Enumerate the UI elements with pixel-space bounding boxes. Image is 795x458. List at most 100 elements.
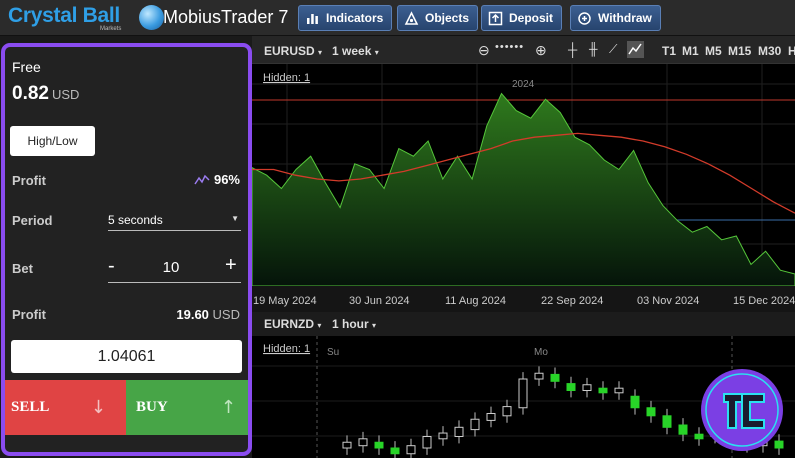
candle-body <box>470 418 480 431</box>
symbol-select[interactable]: EURUSD ▾ <box>264 44 322 58</box>
timeframe-m15[interactable]: M15 <box>728 44 751 58</box>
candle-body <box>502 406 512 417</box>
candle-body <box>598 387 608 394</box>
trend-icon <box>194 174 210 184</box>
profit-percent: 96% <box>194 172 240 187</box>
timeframe-m5[interactable]: M5 <box>705 44 722 58</box>
payout-currency: USD <box>212 307 240 322</box>
objects-button[interactable]: Objects <box>397 5 479 31</box>
chevron-down-icon: ▾ <box>318 48 323 57</box>
trade-panel: Free 0.82 USD High/Low Profit 96% Period … <box>1 43 252 456</box>
withdraw-label: Withdraw <box>598 11 652 25</box>
arrow-down-icon: ↓ <box>90 397 106 418</box>
deposit-button[interactable]: Deposit <box>481 5 563 31</box>
zoom-slider[interactable]: •••••• <box>495 41 524 53</box>
indicators-button[interactable]: Indicators <box>298 5 393 31</box>
timeframe-m30[interactable]: M30 <box>758 44 781 58</box>
option-type-button[interactable]: High/Low <box>10 126 95 156</box>
bet-input[interactable]: 10 <box>145 259 197 276</box>
objects-label: Objects <box>425 11 470 25</box>
chevron-down-icon: ▾ <box>372 321 377 330</box>
candle-body <box>438 432 448 440</box>
x-tick-label: 15 Dec 2024 <box>733 295 795 307</box>
candle-body <box>518 378 528 409</box>
top-bar: Crystal Ball Markets MobiusTrader 7 Indi… <box>0 0 795 36</box>
candle-body <box>614 387 624 394</box>
indicators-label: Indicators <box>326 11 384 25</box>
candle-body <box>630 395 640 409</box>
sell-label: SELL <box>11 399 50 415</box>
candle-body <box>358 438 368 447</box>
payout-amount: 19.60 <box>176 307 209 322</box>
symbol-name: EURUSD <box>264 44 315 58</box>
brand-name: Crystal Ball <box>8 4 120 27</box>
withdraw-button[interactable]: Withdraw <box>570 5 661 31</box>
candle-body <box>390 447 400 455</box>
lower-symbol-name: EURNZD <box>264 317 314 331</box>
x-tick-label: 19 May 2024 <box>253 295 317 307</box>
period-select[interactable]: 5 seconds ▼ <box>108 207 241 231</box>
balance-currency: USD <box>51 87 80 102</box>
line-chart-icon[interactable]: ⟋ <box>609 42 617 57</box>
chevron-down-icon: ▾ <box>317 321 322 330</box>
timeframe-t1[interactable]: T1 <box>662 44 676 58</box>
profit-percent-value: 96% <box>213 172 240 187</box>
deposit-label: Deposit <box>509 11 554 25</box>
lower-hidden-label[interactable]: Hidden: 1 <box>263 343 310 355</box>
area-chart-icon[interactable] <box>627 41 644 58</box>
payout-label: Profit <box>12 307 46 322</box>
lower-symbol-select[interactable]: EURNZD ▾ <box>264 317 321 331</box>
chevron-down-icon: ▾ <box>374 48 379 57</box>
bet-decrease-button[interactable]: - <box>108 255 115 278</box>
app-title: MobiusTrader 7 <box>163 7 289 27</box>
objects-icon <box>404 10 419 25</box>
price-area-series <box>252 92 795 287</box>
deposit-icon <box>488 11 503 25</box>
candle-body <box>374 441 384 449</box>
withdraw-icon <box>578 11 591 25</box>
x-tick-label: 03 Nov 2024 <box>637 295 699 307</box>
candle-body <box>422 436 432 449</box>
x-tick-label: 22 Sep 2024 <box>541 295 603 307</box>
timeframe-h[interactable]: H <box>788 44 795 58</box>
zoom-out-icon[interactable]: ⊖ <box>478 42 490 59</box>
account-label: Free <box>12 59 41 75</box>
day-label-mo: Mo <box>534 347 548 358</box>
sell-button[interactable]: SELL ↓ <box>5 380 126 435</box>
balance-amount: 0.82 <box>12 83 49 104</box>
candle-body <box>678 424 688 435</box>
timeframe-m1[interactable]: M1 <box>682 44 699 58</box>
time-axis-bg <box>252 286 795 314</box>
candles-icon[interactable]: ╫ <box>589 42 598 56</box>
candle-body <box>550 373 560 382</box>
year-label: 2024 <box>512 79 535 90</box>
period-value: 5 seconds <box>108 213 163 227</box>
chart-period: 1 week <box>332 44 372 58</box>
eurusd-chart[interactable]: Hidden: 1 2024 19 May 2024 30 Jun 2024 11 … <box>252 64 795 314</box>
buy-label: BUY <box>136 399 168 415</box>
candle-body <box>662 415 672 428</box>
balance-value: 0.82 USD <box>12 83 79 105</box>
tc-logo <box>701 369 783 451</box>
crosshair-icon[interactable]: ┼ <box>568 42 577 57</box>
candle-body <box>566 383 576 391</box>
bet-underline <box>108 282 241 283</box>
lower-chart-period: 1 hour <box>332 317 369 331</box>
lower-chart-header: EURNZD ▾ 1 hour ▾ <box>252 312 795 336</box>
x-tick-label: 11 Aug 2024 <box>445 295 506 307</box>
zoom-in-icon[interactable]: ⊕ <box>535 42 547 59</box>
lower-period-select[interactable]: 1 hour ▾ <box>332 317 376 331</box>
hidden-label[interactable]: Hidden: 1 <box>263 72 310 84</box>
globe-icon <box>139 5 164 30</box>
candle-body <box>342 441 352 449</box>
bet-increase-button[interactable]: + <box>225 254 237 277</box>
chart-area: EURUSD ▾ 1 week ▾ ⊖ •••••• ⊕ ┼ ╫ ⟋ T1 M1… <box>252 36 795 458</box>
payout-value: 19.60 USD <box>176 307 240 322</box>
candle-body <box>486 413 496 421</box>
period-label: Period <box>12 213 53 228</box>
brand-subtitle: Markets <box>100 26 122 32</box>
buy-button[interactable]: BUY ↑ <box>126 380 248 435</box>
period-select-chart[interactable]: 1 week ▾ <box>332 44 379 58</box>
chart-toolbar: EURUSD ▾ 1 week ▾ ⊖ •••••• ⊕ ┼ ╫ ⟋ T1 M1… <box>252 36 795 64</box>
bet-label: Bet <box>12 261 33 276</box>
